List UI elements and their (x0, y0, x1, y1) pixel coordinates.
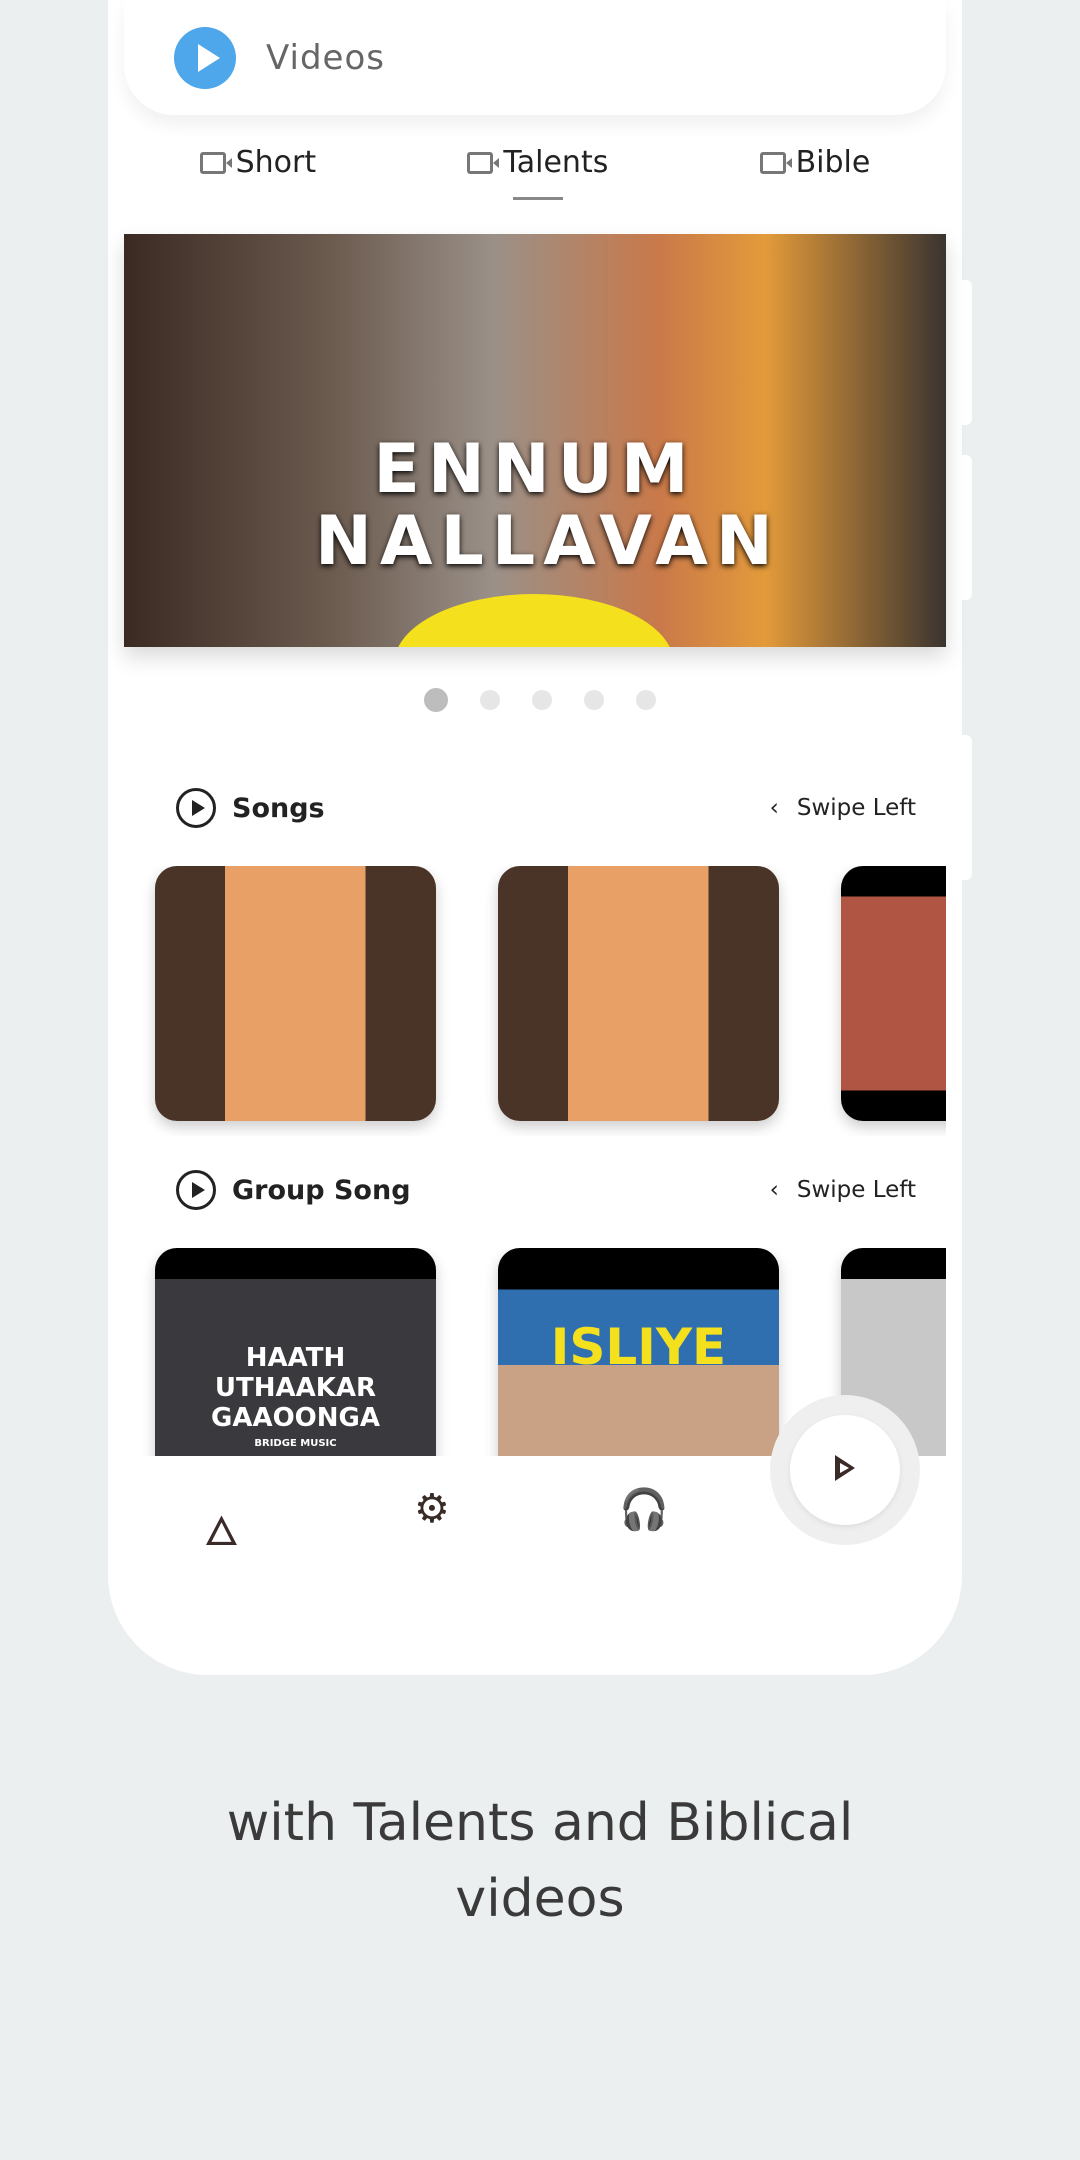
banner-title: ENNUM NALLAVAN (315, 430, 781, 581)
carousel-dots (0, 688, 1080, 712)
thumbnail-text: ISLIYE (550, 1318, 727, 1376)
thumbnail-text: HAATH UTHAAKAR GAAOONGA (210, 1343, 380, 1433)
video-icon (759, 151, 792, 174)
side-tab (962, 455, 972, 600)
head-gear-icon[interactable]: ⚙ (414, 1486, 450, 1532)
banner-carousel[interactable]: ENNUM NALLAVAN (124, 234, 946, 647)
swipe-hint-text: Swipe Left (796, 795, 916, 821)
tab-bible[interactable]: Bible (759, 145, 871, 200)
tab-talents[interactable]: Talents (467, 145, 608, 200)
video-thumbnail[interactable]: HAATH UTHAAKAR GAAOONGA BRIDGE MUSIC (155, 1248, 436, 1456)
tab-short[interactable]: Short (199, 145, 317, 200)
tab-label: Bible (795, 145, 871, 180)
fire-icon[interactable]: 🜂 (204, 1486, 239, 1568)
play-fab-button[interactable] (790, 1415, 900, 1525)
section-title: Group Song (232, 1174, 411, 1206)
tab-label: Short (235, 145, 317, 180)
section-title: Songs (232, 792, 325, 824)
carousel-dot[interactable] (480, 690, 500, 710)
banner-logo (394, 594, 674, 647)
chevron-left-icon: ‹ (769, 795, 779, 821)
play-circle-outline-icon (176, 788, 216, 828)
headphones-icon[interactable]: 🎧 (619, 1486, 669, 1533)
video-thumbnail[interactable] (498, 866, 779, 1121)
carousel-dot[interactable] (636, 690, 656, 710)
chevron-left-icon: ‹ (769, 1177, 779, 1203)
caption-line: videos (455, 1869, 625, 1929)
side-tab (962, 735, 972, 880)
tab-bar: Short Talents Bible (124, 145, 946, 200)
thumbnail-text: BRIDGE MUSIC (254, 1438, 337, 1449)
video-thumbnail[interactable]: ISLIYE (498, 1248, 779, 1456)
page-title: Videos (266, 37, 385, 78)
promo-caption: with Talents and Biblical videos (0, 1785, 1080, 1937)
swipe-hint: ‹ Swipe Left (770, 795, 916, 821)
play-circle-outline-icon (176, 1170, 216, 1210)
video-icon (467, 151, 500, 174)
caption-line: with Talents and Biblical (226, 1793, 854, 1853)
play-circle-icon (174, 26, 236, 89)
carousel-dot[interactable] (584, 690, 604, 710)
video-thumbnail[interactable] (841, 866, 946, 1121)
carousel-dot[interactable] (532, 690, 552, 710)
tab-label: Talents (503, 145, 609, 180)
section-header-songs: Songs ‹ Swipe Left (176, 788, 916, 828)
section-header-group-song: Group Song ‹ Swipe Left (176, 1170, 916, 1210)
side-tab (962, 280, 972, 425)
app-header: Videos (124, 0, 946, 115)
songs-row[interactable] (124, 866, 946, 1136)
video-thumbnail[interactable] (155, 866, 436, 1121)
carousel-dot[interactable] (424, 688, 448, 712)
swipe-hint: ‹ Swipe Left (770, 1177, 916, 1203)
swipe-hint-text: Swipe Left (796, 1177, 916, 1203)
video-icon (199, 151, 232, 174)
